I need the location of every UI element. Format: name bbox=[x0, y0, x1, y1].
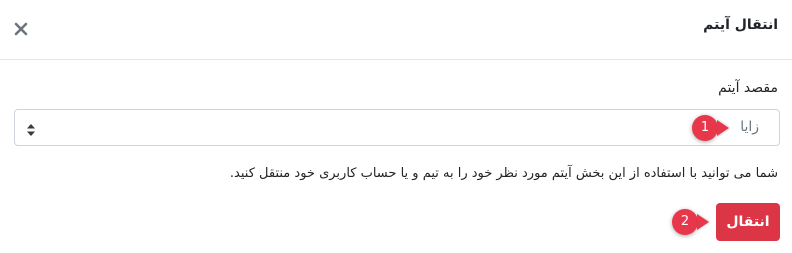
annotation-marker-2: 2 bbox=[672, 209, 698, 235]
help-text: شما می توانید با استفاده از این بخش آیتم… bbox=[229, 166, 778, 181]
dialog-header: انتقال آیتم bbox=[0, 0, 792, 60]
annotation-arrow-2 bbox=[697, 214, 709, 230]
destination-label: مقصد آیتم bbox=[718, 80, 778, 96]
close-icon[interactable] bbox=[13, 21, 29, 37]
destination-select[interactable]: زایا bbox=[14, 109, 780, 146]
transfer-button[interactable]: انتقال bbox=[716, 203, 780, 241]
annotation-marker-1: 1 bbox=[692, 115, 718, 141]
select-arrows-icon bbox=[27, 121, 35, 136]
destination-selected-value: زایا bbox=[740, 119, 759, 135]
annotation-arrow-1 bbox=[717, 120, 729, 136]
dialog-title: انتقال آیتم bbox=[703, 17, 778, 33]
